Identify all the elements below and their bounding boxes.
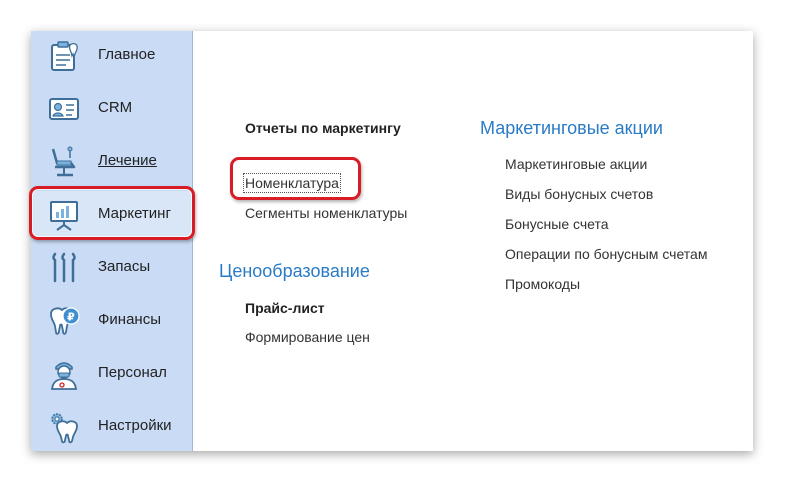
svg-text:₽: ₽ [67, 311, 75, 324]
tooth-ruble-icon: ₽ [50, 307, 80, 335]
clipboard-tooth-icon [51, 41, 78, 71]
sidebar-item-staff[interactable]: Персонал [31, 350, 192, 396]
link-nomenclature[interactable]: Номенклатура [243, 173, 341, 193]
sidebar-item-label: Настройки [98, 417, 172, 434]
tooth-gear-icon [51, 413, 78, 444]
presentation-board-icon [50, 201, 78, 231]
dental-tools-icon [52, 252, 76, 283]
sidebar-item-label: Запасы [98, 258, 151, 275]
doctor-icon [50, 362, 78, 390]
main-content: Отчеты по маркетингу Номенклатура Сегмен… [193, 31, 753, 451]
link-nomenclature-segments[interactable]: Сегменты номенклатуры [245, 205, 407, 221]
promotions-section-title: Маркетинговые акции [480, 118, 663, 138]
contact-card-icon [49, 98, 79, 120]
dental-chair-icon [51, 146, 76, 177]
sidebar-item-label: Персонал [98, 364, 167, 381]
pricing-section-title: Ценообразование [219, 261, 370, 281]
sidebar-item-settings[interactable]: Настройки [31, 403, 192, 449]
sidebar-item-main[interactable]: Главное [31, 32, 192, 78]
reports-section-title: Отчеты по маркетингу [245, 120, 401, 136]
link-price-formation[interactable]: Формирование цен [245, 329, 370, 345]
link-bonus-account-operations[interactable]: Операции по бонусным счетам [505, 246, 707, 262]
sidebar-item-label: CRM [98, 99, 133, 116]
sidebar-item-inventory[interactable]: Запасы [31, 244, 192, 290]
sidebar-item-label: Лечение [98, 152, 157, 169]
sidebar-item-marketing[interactable]: Маркетинг [31, 191, 192, 237]
link-marketing-promotions[interactable]: Маркетинговые акции [505, 156, 647, 172]
link-bonus-account-types[interactable]: Виды бонусных счетов [505, 186, 653, 202]
link-promocodes[interactable]: Промокоды [505, 276, 580, 292]
sidebar-item-label: Финансы [98, 311, 161, 328]
sidebar: Главное CRM Лечение Маркетинг Запасы ₽ Ф… [31, 31, 193, 451]
sidebar-item-label: Главное [98, 46, 156, 63]
price-list-subtitle: Прайс-лист [245, 300, 325, 316]
app-window: Главное CRM Лечение Маркетинг Запасы ₽ Ф… [31, 31, 753, 451]
sidebar-item-finance[interactable]: ₽ Финансы [31, 297, 192, 343]
link-bonus-accounts[interactable]: Бонусные счета [505, 216, 609, 232]
sidebar-item-treatment[interactable]: Лечение [31, 138, 192, 184]
sidebar-item-crm[interactable]: CRM [31, 85, 192, 131]
sidebar-item-label: Маркетинг [98, 205, 171, 222]
